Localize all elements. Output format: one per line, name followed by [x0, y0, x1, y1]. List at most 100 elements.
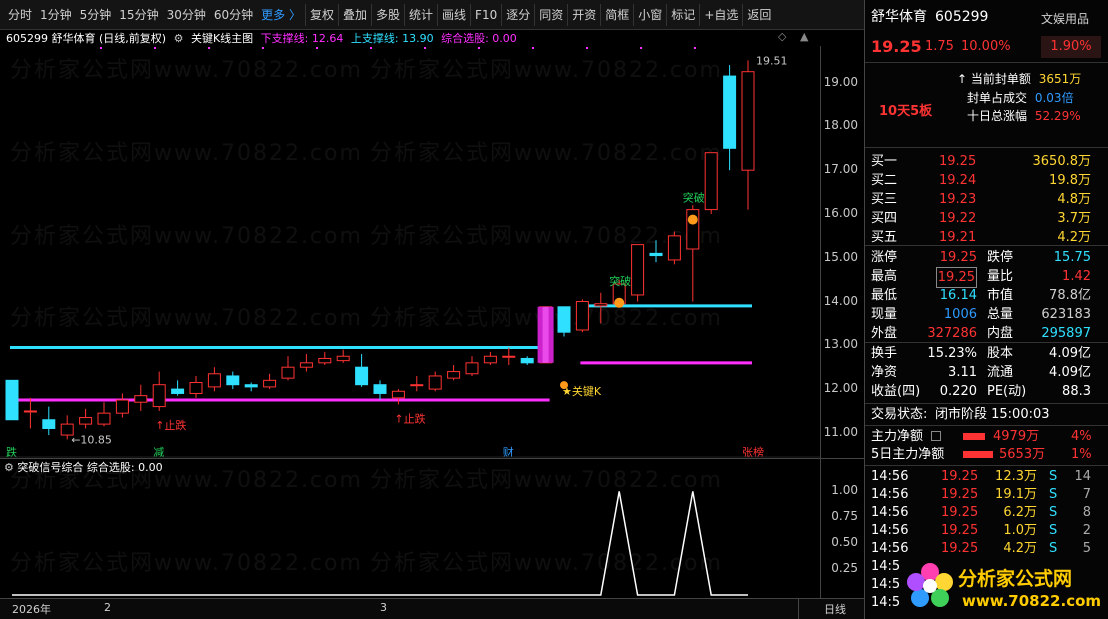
signal-combo-label: 综合选股: 0.00 — [86, 461, 163, 474]
overlay-button[interactable]: 叠加 — [337, 3, 371, 26]
f10-button[interactable]: F10 — [470, 3, 501, 26]
signal-gear-icon[interactable]: ⚙ — [4, 461, 14, 474]
candle — [299, 354, 313, 372]
event-mark: 跌 — [6, 445, 17, 458]
candle-body — [557, 306, 571, 333]
candle-body — [299, 362, 313, 368]
candle-body — [447, 371, 461, 379]
event-mark: 张榜 — [742, 445, 764, 458]
chart-settings-icon[interactable]: ◇ — [778, 30, 786, 43]
chart-collapse-icon[interactable]: ▲ — [800, 30, 808, 43]
breakout-marker-icon — [687, 214, 698, 225]
period-label[interactable]: 日线 — [824, 601, 846, 617]
limit-board-tag: 10天5板 — [879, 104, 933, 119]
add-watchlist-button[interactable]: +自选 — [699, 3, 742, 26]
main-flow-pct: 4% — [1071, 429, 1092, 444]
tick-volume: 12.3万 — [995, 469, 1037, 484]
draw-line-button[interactable]: 画线 — [437, 3, 470, 26]
signal-indicator-name[interactable]: 突破信号综合 — [17, 461, 83, 474]
signal-tick-label: 0.75 — [831, 509, 858, 524]
small-window-button[interactable]: 小窗 — [633, 3, 666, 26]
stat-label: 外盘 — [871, 326, 898, 341]
tick-by-tick-button[interactable]: 逐分 — [501, 3, 534, 26]
candle — [520, 356, 534, 366]
candle-body — [520, 357, 534, 364]
tick-time: 14:5 — [871, 559, 901, 574]
main-flow-info-icon[interactable] — [931, 431, 941, 441]
candle — [226, 371, 240, 390]
candle-body — [318, 357, 332, 364]
stat-label: 最高 — [871, 269, 898, 284]
candle-body — [336, 355, 350, 362]
stat-value: 327286 — [927, 326, 977, 341]
price-tick-label: 17.00 — [823, 162, 858, 177]
multi-stock-button[interactable]: 多股 — [371, 3, 404, 26]
signal-dot — [640, 47, 642, 49]
stat-value: 78.8亿 — [1049, 288, 1091, 303]
candle-body — [23, 410, 37, 413]
period-tab-1min[interactable]: 1分钟 — [36, 4, 76, 26]
signal-pane-title: ⚙ 突破信号综合 综合选股: 0.00 — [4, 459, 163, 475]
candle — [355, 354, 369, 387]
bid-row[interactable]: 买二 19.24 19.8万 — [865, 171, 1108, 190]
bid-label: 买四 — [871, 211, 898, 226]
more-periods-button[interactable]: 更多 〉 — [257, 4, 305, 26]
breakout-marker-icon — [614, 297, 625, 308]
tick-price: 19.25 — [941, 487, 979, 502]
candle-body — [502, 355, 516, 358]
signal-line — [12, 491, 748, 596]
stop-fall-label: ↑止跌 — [394, 411, 425, 425]
fundamental-label: 流通 — [987, 365, 1014, 380]
bid-row[interactable]: 买四 19.22 3.7万 — [865, 209, 1108, 228]
adjust-button[interactable]: 复权 — [304, 3, 338, 26]
stat-row: 最高 19.25 量比 1.42 — [865, 267, 1108, 288]
signal-tick-label: 1.00 — [831, 483, 858, 498]
period-tab-60min[interactable]: 60分钟 — [210, 4, 257, 26]
tick-time: 14:56 — [871, 487, 909, 502]
tick-count: 5 — [1082, 541, 1091, 556]
indicator-name[interactable]: 关键K线主图 — [191, 32, 253, 45]
candlestick-chart[interactable]: ←10.8519.51↑止跌↑止跌突破突破★关键K跌减财张榜 — [0, 46, 820, 458]
tick-side: S — [1049, 523, 1058, 538]
candle — [428, 371, 442, 392]
date-tick-label: 2026年 — [12, 603, 51, 616]
sector-name[interactable]: 文娱用品 — [1041, 10, 1089, 27]
logo-url: www.70822.com — [962, 592, 1102, 610]
mark-button[interactable]: 标记 — [666, 3, 699, 26]
low-price-label: ←10.85 — [71, 433, 112, 446]
candle — [631, 244, 645, 302]
signal-dot — [694, 47, 696, 49]
event-mark: 财 — [503, 445, 514, 458]
statistics-button[interactable]: 统计 — [404, 3, 437, 26]
indicator-gear-icon[interactable]: ⚙ — [174, 32, 184, 45]
logo-title: 分析家公式网 — [958, 568, 1073, 590]
bid-price: 19.23 — [939, 192, 977, 207]
tick-time: 14:5 — [871, 595, 901, 610]
period-tab-15min[interactable]: 15分钟 — [115, 4, 162, 26]
main-flow-value: 4979万 — [993, 429, 1040, 444]
same-capital-button[interactable]: 同资 — [534, 3, 567, 26]
trade-status-value: 闭市阶段 15:00:03 — [935, 407, 1050, 422]
signal-chart[interactable] — [0, 475, 820, 597]
price-tick-label: 13.00 — [823, 337, 858, 352]
period-tab-intraday[interactable]: 分时 — [4, 4, 36, 26]
candle — [207, 367, 221, 392]
tick-row: 14:56 19.25 12.3万 S 14 — [865, 467, 1108, 486]
bid-row[interactable]: 买一 19.25 3650.8万 — [865, 152, 1108, 171]
bid-price: 19.22 — [939, 211, 977, 226]
candle — [391, 389, 405, 405]
candle-body — [226, 375, 240, 386]
period-tab-5min[interactable]: 5分钟 — [76, 4, 116, 26]
bid-row[interactable]: 买三 19.23 4.8万 — [865, 190, 1108, 209]
main5-value: 5653万 — [999, 447, 1046, 462]
tick-price: 19.25 — [941, 541, 979, 556]
back-button[interactable]: 返回 — [742, 3, 775, 26]
bid-volume: 3650.8万 — [1032, 154, 1092, 169]
stat-row: 现量 1006 总量 623183 — [865, 305, 1108, 324]
simple-frame-button[interactable]: 简框 — [600, 3, 633, 26]
main-flow-bar — [963, 433, 985, 440]
open-capital-button[interactable]: 开资 — [567, 3, 600, 26]
candle-body — [244, 384, 258, 388]
main5-bar — [963, 451, 993, 458]
period-tab-30min[interactable]: 30分钟 — [163, 4, 210, 26]
